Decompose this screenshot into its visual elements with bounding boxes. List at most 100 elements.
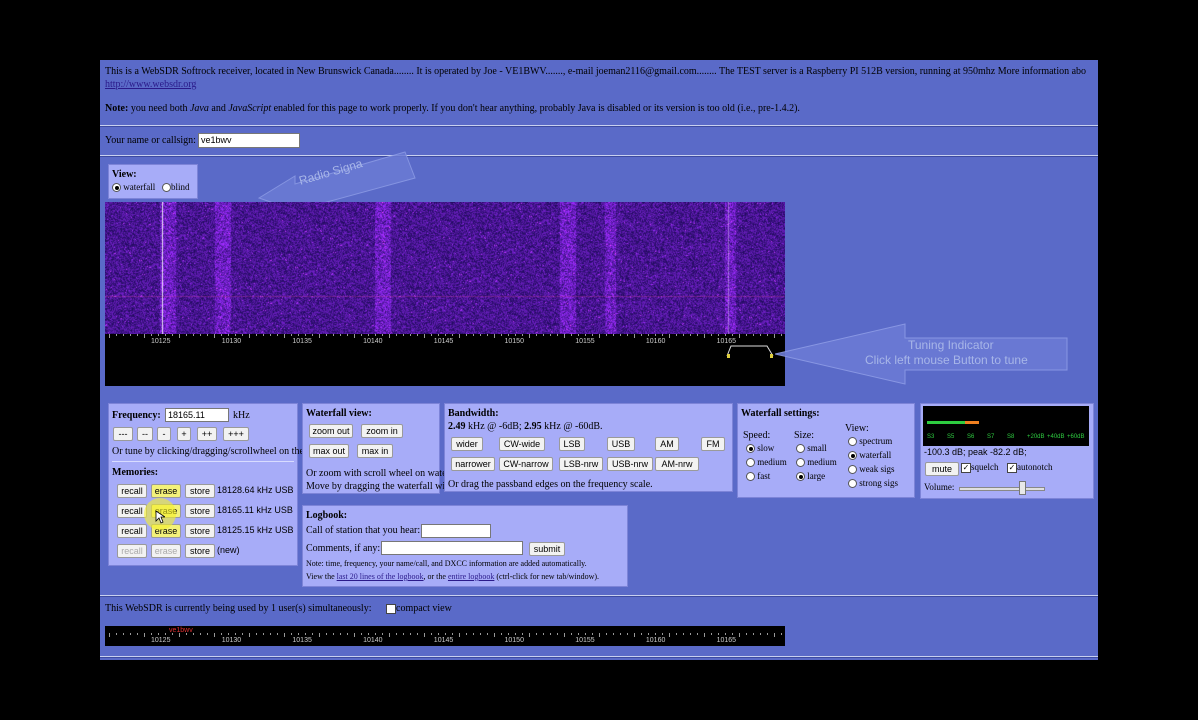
cw-wide-button[interactable]: CW-wide <box>499 437 545 451</box>
view-blind-radio[interactable] <box>162 183 171 193</box>
logbook-panel: Logbook: Call of station that you hear: … <box>302 505 628 587</box>
frequency-tick-mark <box>144 334 145 338</box>
call-input[interactable] <box>421 524 491 538</box>
waterfall-canvas[interactable] <box>105 202 785 334</box>
fm-button[interactable]: FM <box>701 437 725 451</box>
size-large-option[interactable]: large <box>796 471 825 482</box>
frequency-tick-mark <box>641 633 642 635</box>
memory-store-button[interactable]: store <box>185 484 215 498</box>
frequency-tick-mark <box>508 633 509 635</box>
squelch-checkbox[interactable]: ✓ <box>961 462 971 473</box>
lsb-button[interactable]: LSB <box>559 437 585 451</box>
passband-indicator[interactable] <box>723 342 783 360</box>
size-large-radio[interactable] <box>796 472 805 482</box>
users-scale[interactable]: ve1bwv 10125 10130 10135 10140 10145 10150 101… <box>105 626 785 646</box>
step-down-small-button[interactable]: - <box>157 427 171 441</box>
cw-narrow-button[interactable]: CW-narrow <box>499 457 553 471</box>
frequency-scale[interactable]: 10125 10130 10135 10140 10145 10150 10155 10160… <box>105 334 785 386</box>
view-waterfall-radio[interactable] <box>112 183 121 193</box>
speed-slow-radio[interactable] <box>746 444 755 454</box>
callsign-input[interactable]: ve1bwv <box>198 133 300 148</box>
memory-store-button[interactable]: store <box>185 524 215 538</box>
frequency-tick-mark <box>711 633 712 635</box>
usb-nrw-button[interactable]: USB-nrw <box>607 457 653 471</box>
zoom-in-button[interactable]: zoom in <box>361 424 403 438</box>
memory-erase-button[interactable]: erase <box>151 544 181 558</box>
speed-fast-radio[interactable] <box>746 472 755 482</box>
wider-button[interactable]: wider <box>451 437 483 451</box>
frequency-tick-mark <box>669 633 670 637</box>
compact-view-option[interactable]: compact view <box>386 603 452 614</box>
memory-store-button[interactable]: store <box>185 544 215 558</box>
wf-view-spectrum-option[interactable]: spectrum <box>848 436 892 447</box>
waterfall-container[interactable]: 10125 10130 10135 10140 10145 10150 10155 10160… <box>105 202 785 386</box>
wf-view-weak-radio[interactable] <box>848 465 857 475</box>
volume-slider-thumb[interactable] <box>1019 481 1026 495</box>
view-blind-option[interactable]: blind <box>162 182 190 193</box>
size-medium-option[interactable]: medium <box>796 457 837 468</box>
memory-store-button[interactable]: store <box>185 504 215 518</box>
frequency-tick-label: 10125 <box>151 338 171 345</box>
size-small-radio[interactable] <box>796 444 805 454</box>
entire-logbook-link[interactable]: entire logbook <box>448 572 494 581</box>
note-text-b: enabled for this page to work properly. … <box>271 103 800 114</box>
step-up-medium-button[interactable]: ++ <box>197 427 217 441</box>
frequency-tick-mark <box>389 633 390 637</box>
memory-erase-button[interactable]: erase <box>151 484 181 498</box>
memory-recall-button[interactable]: recall <box>117 484 147 498</box>
wf-view-spectrum-radio[interactable] <box>848 437 857 447</box>
view-waterfall-option[interactable]: waterfall <box>112 182 155 193</box>
speed-fast-option[interactable]: fast <box>746 471 770 482</box>
bandwidth-60db-value: 2.95 <box>524 421 542 432</box>
step-down-medium-button[interactable]: -- <box>137 427 153 441</box>
memory-recall-button[interactable]: recall <box>117 504 147 518</box>
frequency-tick-mark <box>193 633 194 635</box>
frequency-tick-mark <box>361 334 362 336</box>
wf-view-weak-option[interactable]: weak sigs <box>848 464 895 475</box>
am-nrw-button[interactable]: AM-nrw <box>655 457 699 471</box>
compact-view-checkbox[interactable] <box>386 603 396 614</box>
logbook-view-post: (ctrl-click for new tab/window). <box>494 572 600 581</box>
last-20-lines-link[interactable]: last 20 lines of the logbook <box>337 572 424 581</box>
squelch-option[interactable]: ✓ squelch <box>961 462 999 473</box>
mute-button[interactable]: mute <box>925 462 959 476</box>
narrower-button[interactable]: narrower <box>451 457 495 471</box>
frequency-tick-mark <box>599 334 600 338</box>
max-in-button[interactable]: max in <box>357 444 393 458</box>
frequency-tick-mark <box>396 633 397 635</box>
websdr-link-text[interactable]: http://www.websdr.org <box>105 79 196 90</box>
s-meter-bar <box>927 421 965 424</box>
autonotch-checkbox[interactable]: ✓ <box>1007 462 1017 473</box>
divider <box>100 595 1098 597</box>
wf-view-waterfall-option[interactable]: waterfall <box>848 450 891 461</box>
websdr-link[interactable]: http://www.websdr.org <box>105 79 196 90</box>
wf-view-strong-option[interactable]: strong sigs <box>848 478 898 489</box>
memory-recall-button[interactable]: recall <box>117 524 147 538</box>
step-up-large-button[interactable]: +++ <box>223 427 249 441</box>
zoom-out-button[interactable]: zoom out <box>309 424 353 438</box>
am-button[interactable]: AM <box>655 437 679 451</box>
wf-view-waterfall-radio[interactable] <box>848 451 857 461</box>
frequency-tick-mark <box>606 334 607 336</box>
frequency-tick-mark <box>746 633 747 635</box>
usb-button[interactable]: USB <box>607 437 635 451</box>
frequency-input[interactable]: 18165.11 <box>165 408 229 422</box>
submit-button[interactable]: submit <box>529 542 565 556</box>
speed-medium-option[interactable]: medium <box>746 457 787 468</box>
wf-view-strong-radio[interactable] <box>848 479 857 489</box>
size-medium-radio[interactable] <box>796 458 805 468</box>
step-up-small-button[interactable]: + <box>177 427 191 441</box>
autonotch-option[interactable]: ✓ autonotch <box>1007 462 1053 473</box>
volume-slider-track[interactable] <box>959 487 1045 491</box>
lsb-nrw-button[interactable]: LSB-nrw <box>559 457 603 471</box>
size-small-option[interactable]: small <box>796 443 827 454</box>
frequency-tick-mark <box>396 334 397 336</box>
step-down-large-button[interactable]: --- <box>113 427 133 441</box>
speed-medium-radio[interactable] <box>746 458 755 468</box>
comments-input[interactable] <box>381 541 523 555</box>
frequency-tick-mark <box>599 633 600 637</box>
bandwidth-title: Bandwidth: <box>448 408 499 419</box>
memory-recall-button[interactable]: recall <box>117 544 147 558</box>
speed-slow-option[interactable]: slow <box>746 443 774 454</box>
max-out-button[interactable]: max out <box>309 444 349 458</box>
